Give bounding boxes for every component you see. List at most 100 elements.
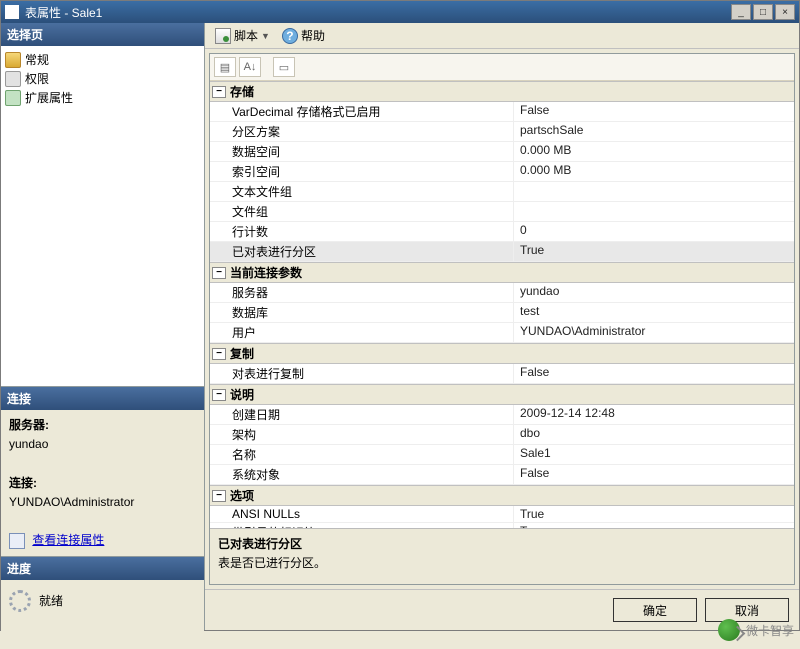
- property-row[interactable]: 索引空间0.000 MB: [210, 162, 794, 182]
- minimize-button[interactable]: _: [731, 4, 751, 20]
- property-value: YUNDAO\Administrator: [514, 323, 794, 342]
- dialog-window: 表属性 - Sale1 _ □ × 选择页 常规权限扩展属性 连接 服务器: y…: [0, 0, 800, 631]
- property-row[interactable]: 服务器yundao: [210, 283, 794, 303]
- progress-header: 进度: [1, 557, 204, 580]
- property-row[interactable]: 名称Sale1: [210, 445, 794, 465]
- button-bar: 确定 取消: [205, 589, 799, 630]
- property-row[interactable]: 对表进行复制False: [210, 364, 794, 384]
- category-header[interactable]: −存储: [210, 81, 794, 102]
- property-value: 0.000 MB: [514, 142, 794, 161]
- page-list: 常规权限扩展属性: [1, 46, 204, 386]
- category-name: 复制: [230, 345, 254, 362]
- description-panel: 已对表进行分区 表是否已进行分区。: [210, 528, 794, 584]
- page-label: 权限: [25, 70, 49, 87]
- property-name: 文本文件组: [210, 182, 514, 201]
- property-value: True: [514, 242, 794, 261]
- description-title: 已对表进行分区: [218, 535, 786, 552]
- property-name: 分区方案: [210, 122, 514, 141]
- title-bar[interactable]: 表属性 - Sale1 _ □ ×: [1, 1, 799, 23]
- collapse-icon[interactable]: −: [212, 389, 226, 401]
- category-header[interactable]: −复制: [210, 343, 794, 364]
- property-row[interactable]: 架构dbo: [210, 425, 794, 445]
- page-label: 常规: [25, 51, 49, 68]
- collapse-icon[interactable]: −: [212, 267, 226, 279]
- property-name: 文件组: [210, 202, 514, 221]
- window-title: 表属性 - Sale1: [25, 4, 731, 21]
- grid-toolbar-btn[interactable]: ▭: [273, 57, 295, 77]
- property-value: 0.000 MB: [514, 162, 794, 181]
- page-icon: [5, 71, 21, 87]
- property-row[interactable]: 分区方案partschSale: [210, 122, 794, 142]
- page-item[interactable]: 权限: [5, 69, 200, 88]
- select-page-header: 选择页: [1, 23, 204, 46]
- category-header[interactable]: −说明: [210, 384, 794, 405]
- page-item[interactable]: 扩展属性: [5, 88, 200, 107]
- property-value: False: [514, 102, 794, 121]
- script-button[interactable]: 脚本 ▼: [211, 26, 274, 45]
- view-connection-properties-link[interactable]: 查看连接属性: [32, 533, 104, 547]
- property-row[interactable]: 创建日期2009-12-14 12:48: [210, 405, 794, 425]
- category-name: 说明: [230, 386, 254, 403]
- property-value: False: [514, 364, 794, 383]
- description-text: 表是否已进行分区。: [218, 554, 786, 571]
- property-row[interactable]: 文件组: [210, 202, 794, 222]
- conn-value: YUNDAO\Administrator: [9, 495, 134, 509]
- property-value: dbo: [514, 425, 794, 444]
- progress-text: 就绪: [39, 592, 63, 611]
- close-button[interactable]: ×: [775, 4, 795, 20]
- collapse-icon[interactable]: −: [212, 490, 226, 502]
- property-value: True: [514, 506, 794, 522]
- property-name: ANSI NULLs: [210, 506, 514, 522]
- collapse-icon[interactable]: −: [212, 86, 226, 98]
- properties-icon: [9, 533, 25, 549]
- property-row[interactable]: 系统对象False: [210, 465, 794, 485]
- alphabetical-button[interactable]: A↓: [239, 57, 261, 77]
- category-header[interactable]: −当前连接参数: [210, 262, 794, 283]
- property-row[interactable]: 文本文件组: [210, 182, 794, 202]
- property-name: 服务器: [210, 283, 514, 302]
- cancel-button[interactable]: 取消: [705, 598, 789, 622]
- help-button[interactable]: ? 帮助: [278, 26, 329, 45]
- page-item[interactable]: 常规: [5, 50, 200, 69]
- server-value: yundao: [9, 437, 48, 451]
- property-name: 系统对象: [210, 465, 514, 484]
- page-icon: [5, 90, 21, 106]
- maximize-button[interactable]: □: [753, 4, 773, 20]
- property-value: yundao: [514, 283, 794, 302]
- property-row[interactable]: 数据库test: [210, 303, 794, 323]
- property-row[interactable]: 数据空间0.000 MB: [210, 142, 794, 162]
- property-name: 行计数: [210, 222, 514, 241]
- property-name: 数据库: [210, 303, 514, 322]
- category-name: 当前连接参数: [230, 264, 302, 281]
- property-name: 架构: [210, 425, 514, 444]
- help-icon: ?: [282, 28, 298, 44]
- property-name: 数据空间: [210, 142, 514, 161]
- property-name: 创建日期: [210, 405, 514, 424]
- property-grid[interactable]: −存储VarDecimal 存储格式已启用False分区方案partschSal…: [210, 81, 794, 528]
- property-row[interactable]: VarDecimal 存储格式已启用False: [210, 102, 794, 122]
- progress-section: 进度 就绪: [1, 556, 204, 636]
- grid-toolbar: ▤ A↓ ▭: [210, 54, 794, 81]
- property-row[interactable]: ANSI NULLsTrue: [210, 506, 794, 523]
- spinner-icon: [9, 590, 31, 612]
- property-value: 2009-12-14 12:48: [514, 405, 794, 424]
- left-panel: 选择页 常规权限扩展属性 连接 服务器: yundao 连接: YUNDAO\A…: [1, 23, 205, 630]
- app-icon: [5, 5, 19, 19]
- property-name: 已对表进行分区: [210, 242, 514, 261]
- property-row[interactable]: 用户YUNDAO\Administrator: [210, 323, 794, 343]
- ok-button[interactable]: 确定: [613, 598, 697, 622]
- right-panel: 脚本 ▼ ? 帮助 ▤ A↓ ▭ −存储VarDecimal 存储格式已启用Fa…: [205, 23, 799, 630]
- categorized-button[interactable]: ▤: [214, 57, 236, 77]
- category-name: 存储: [230, 83, 254, 100]
- property-value: 0: [514, 222, 794, 241]
- chevron-down-icon: ▼: [261, 31, 270, 41]
- property-row[interactable]: 行计数0: [210, 222, 794, 242]
- category-header[interactable]: −选项: [210, 485, 794, 506]
- property-value: partschSale: [514, 122, 794, 141]
- connection-section: 连接 服务器: yundao 连接: YUNDAO\Administrator …: [1, 386, 204, 556]
- property-value: [514, 202, 794, 221]
- script-icon: [215, 28, 231, 44]
- collapse-icon[interactable]: −: [212, 348, 226, 360]
- property-row[interactable]: 已对表进行分区True: [210, 242, 794, 262]
- property-name: 用户: [210, 323, 514, 342]
